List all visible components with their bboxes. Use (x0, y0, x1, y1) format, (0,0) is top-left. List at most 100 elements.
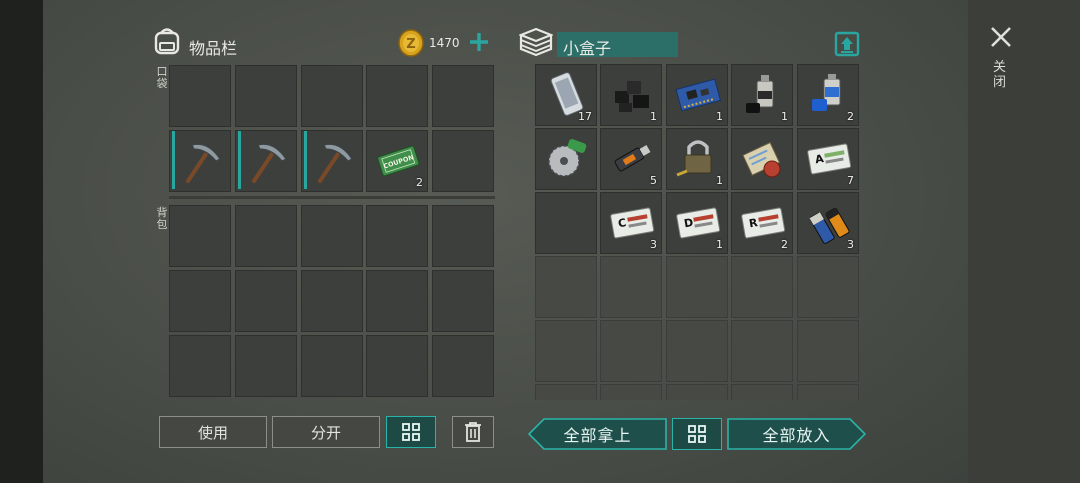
item-slot[interactable] (366, 335, 428, 397)
trash-button[interactable] (452, 416, 494, 448)
item-slot[interactable] (600, 320, 662, 382)
item-slot[interactable] (797, 384, 859, 400)
container-grid: 17 1 1 1 2 5 1 A 7 C 3 D 1 R 2 3 (533, 64, 861, 400)
item-slot[interactable]: 3 (797, 192, 859, 254)
item-slot[interactable] (235, 65, 297, 127)
item-slot[interactable] (432, 65, 494, 127)
item-slot[interactable] (301, 270, 363, 332)
card-c-icon: C (609, 199, 655, 245)
item-slot[interactable] (535, 128, 597, 190)
item-slot[interactable] (535, 192, 597, 254)
item-slot[interactable] (600, 256, 662, 318)
split-button[interactable]: 分开 (272, 416, 380, 448)
item-slot[interactable] (169, 65, 231, 127)
item-slot[interactable]: D1 (666, 192, 728, 254)
item-slot[interactable] (366, 205, 428, 267)
item-slot[interactable]: C3 (600, 192, 662, 254)
container-name: 小盒子 (563, 39, 612, 58)
item-count: 2 (781, 238, 788, 251)
item-slot[interactable] (797, 256, 859, 318)
item-slot[interactable]: 2 (797, 64, 859, 126)
item-count: 1 (650, 110, 657, 123)
section-divider (169, 196, 495, 199)
item-slot[interactable] (535, 384, 597, 400)
item-slot[interactable]: 1 (666, 64, 728, 126)
item-slot[interactable] (731, 320, 793, 382)
item-slot[interactable]: R2 (731, 192, 793, 254)
item-count: 3 (847, 238, 854, 251)
item-slot[interactable] (432, 205, 494, 267)
item-slot[interactable] (666, 256, 728, 318)
put-all-label: 全部放入 (762, 426, 831, 445)
item-slot[interactable] (432, 335, 494, 397)
item-count: 3 (650, 238, 657, 251)
take-all-button[interactable]: 全部拿上 (528, 418, 667, 450)
item-slot[interactable] (366, 270, 428, 332)
put-all-button[interactable]: 全部放入 (727, 418, 866, 450)
item-slot[interactable]: 1 (731, 64, 793, 126)
item-slot[interactable]: 17 (535, 64, 597, 126)
durability-bar (238, 131, 241, 189)
usb-drive-icon (609, 135, 655, 181)
card-r-icon: R (740, 199, 786, 245)
coin-icon: Z (398, 29, 424, 57)
spray-can-icon (740, 71, 786, 117)
durability-bar (172, 131, 175, 189)
item-slot[interactable] (169, 335, 231, 397)
item-slot[interactable]: A7 (797, 128, 859, 190)
pocket-label: 口袋 (156, 65, 168, 90)
item-slot[interactable] (235, 130, 297, 192)
backpack-label: 背包 (156, 206, 168, 231)
upload-button[interactable] (834, 31, 860, 57)
item-slot[interactable] (235, 335, 297, 397)
item-slot[interactable] (535, 256, 597, 318)
item-slot[interactable] (301, 205, 363, 267)
item-slot[interactable] (169, 130, 231, 192)
item-slot[interactable] (169, 205, 231, 267)
item-slot[interactable] (235, 205, 297, 267)
blue-spray-can-icon (806, 71, 852, 117)
item-slot[interactable] (731, 256, 793, 318)
map-scroll-icon (740, 135, 786, 181)
item-count: 5 (650, 174, 657, 187)
box-icon (518, 27, 554, 57)
item-slot[interactable]: COUPON 2 (366, 130, 428, 192)
item-slot[interactable] (666, 384, 728, 400)
sort-container-button[interactable] (672, 418, 722, 450)
item-count: 1 (716, 238, 723, 251)
item-slot[interactable] (797, 320, 859, 382)
item-slot[interactable] (301, 335, 363, 397)
item-slot[interactable] (432, 270, 494, 332)
item-slot[interactable] (301, 65, 363, 127)
upload-icon (834, 31, 860, 57)
close-icon (991, 27, 1011, 47)
item-slot[interactable] (301, 130, 363, 192)
item-slot[interactable] (731, 128, 793, 190)
add-coins-button[interactable] (467, 30, 491, 54)
svg-text:Z: Z (406, 37, 415, 52)
coupon-icon: COUPON (375, 137, 421, 183)
item-slot[interactable] (535, 320, 597, 382)
item-slot[interactable] (731, 384, 793, 400)
take-all-label: 全部拿上 (563, 426, 632, 445)
item-slot[interactable] (600, 384, 662, 400)
item-slot[interactable] (432, 130, 494, 192)
item-count: 7 (847, 174, 854, 187)
right-side-panel (968, 0, 1080, 483)
item-slot[interactable]: 5 (600, 128, 662, 190)
item-slot[interactable] (366, 65, 428, 127)
item-slot[interactable] (169, 270, 231, 332)
saw-blade-icon (544, 135, 590, 181)
trash-icon (465, 422, 481, 442)
grid-icon (402, 423, 420, 441)
item-slot[interactable] (235, 270, 297, 332)
use-button[interactable]: 使用 (159, 416, 267, 448)
pickaxe-icon (178, 137, 224, 183)
sort-inventory-button[interactable] (386, 416, 436, 448)
item-slot[interactable]: 1 (600, 64, 662, 126)
close-button[interactable]: 关闭 (986, 22, 1016, 102)
inventory-title: 物品栏 (189, 39, 238, 58)
item-count: 1 (716, 110, 723, 123)
item-slot[interactable] (666, 320, 728, 382)
item-slot[interactable]: 1 (666, 128, 728, 190)
